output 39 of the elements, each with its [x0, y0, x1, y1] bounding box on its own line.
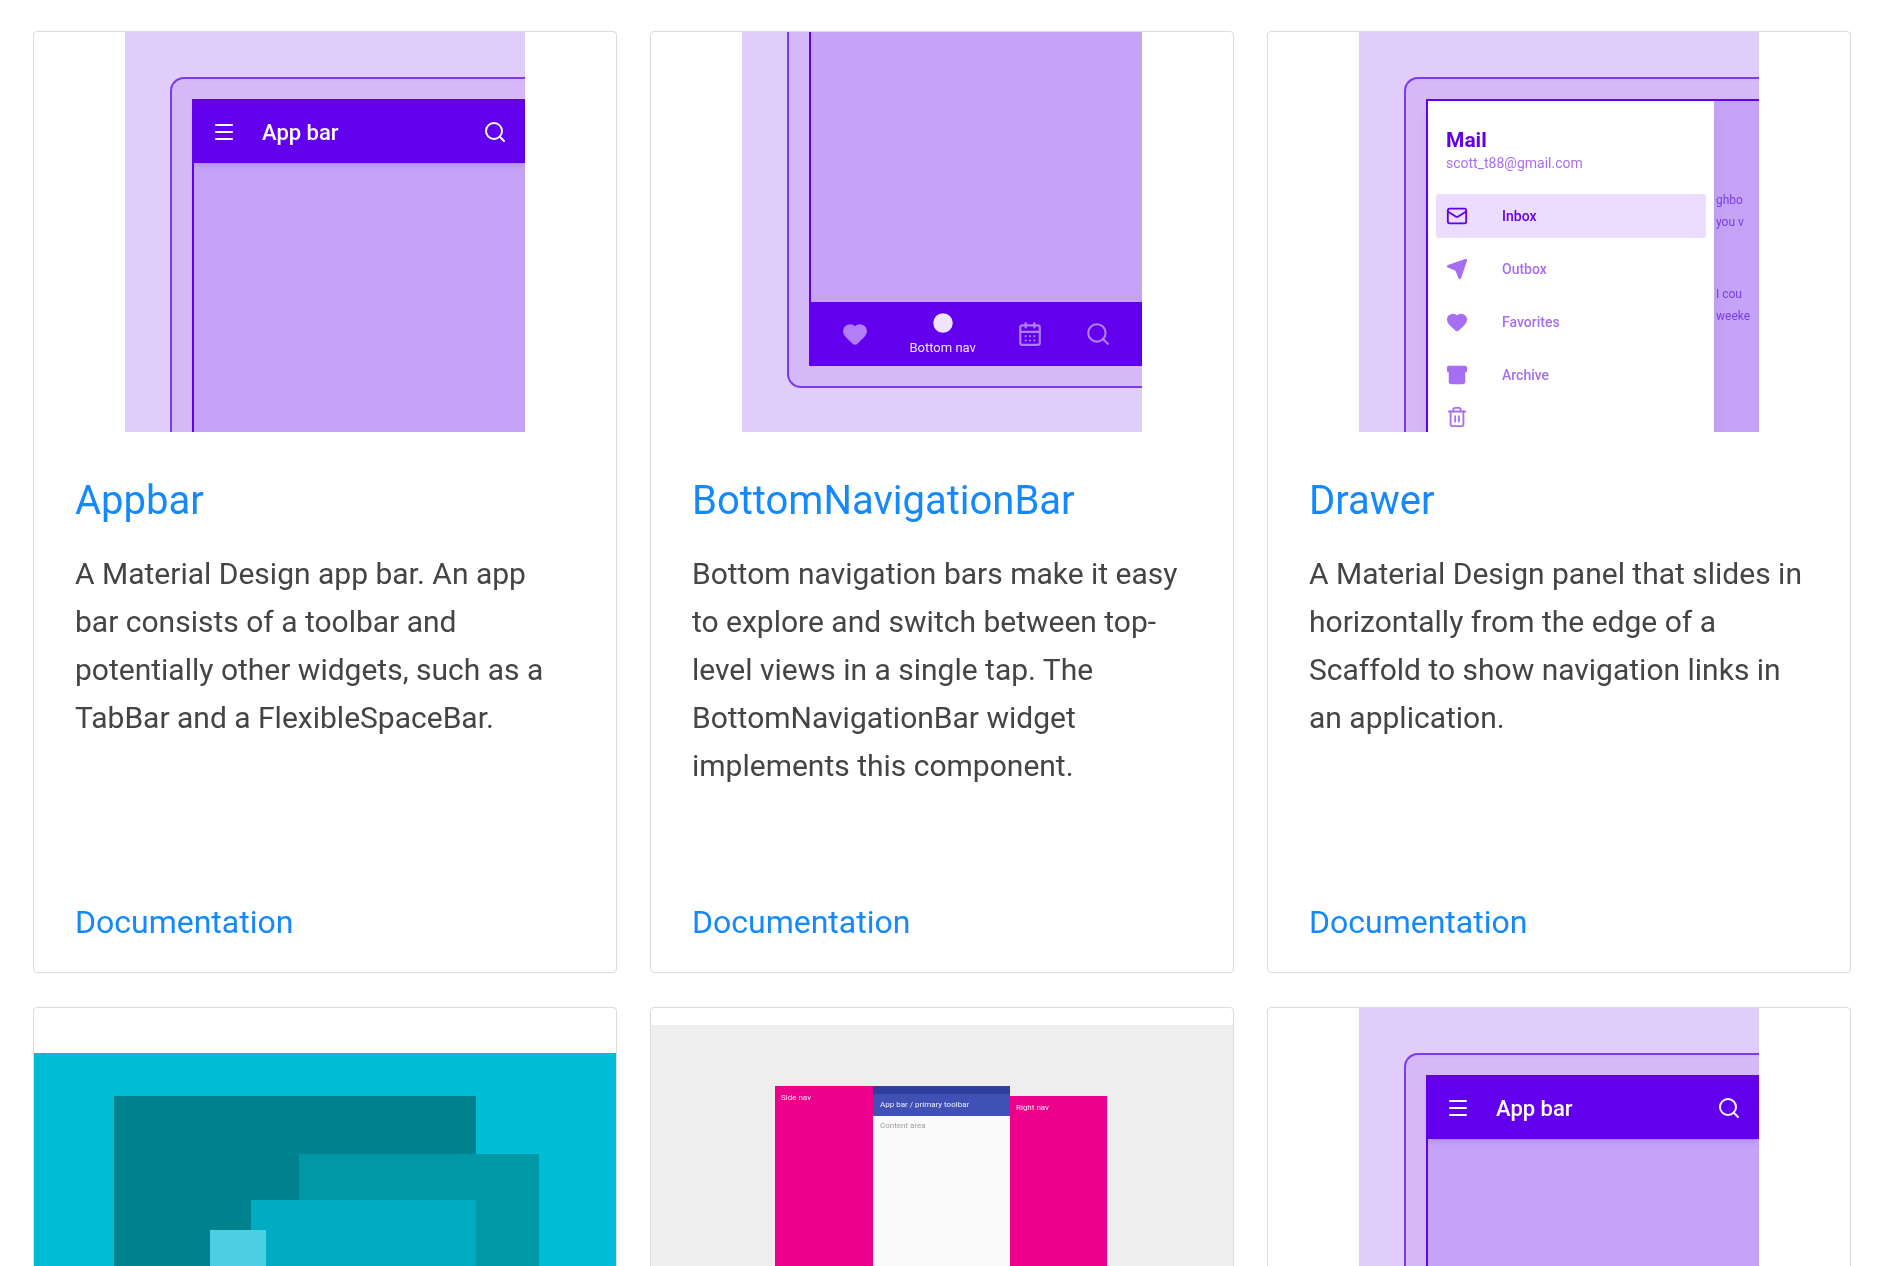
card-title: Drawer: [1308, 478, 1436, 524]
card-description: A Material Design panel that slides in horizontally from the edge of a Scaffold to show navigation links in an application.: [1308, 555, 1803, 737]
card-description: A Material Design app bar. An app bar consists of a toolbar and potentially other widgets, such as a TabBar and a FlexibleSpaceBar.: [74, 555, 545, 737]
drawer-item[interactable]: Favorites: [1436, 300, 1706, 344]
faded-text: ghbo: [1715, 192, 1744, 209]
card-title: Appbar: [74, 478, 205, 524]
heart-icon: [1446, 311, 1468, 333]
side-nav-panel: Side nav: [775, 1086, 873, 1266]
faded-text: you v: [1715, 214, 1745, 231]
bottom-nav-item[interactable]: [841, 321, 868, 347]
faded-text: weeke: [1715, 308, 1752, 325]
drawer-item[interactable]: Outbox: [1436, 247, 1706, 291]
calendar-icon: [1017, 321, 1044, 347]
content-area-label: Content area: [879, 1120, 927, 1132]
documentation-link[interactable]: Documentation: [1309, 903, 1528, 941]
primary-toolbar: App bar / primary toolbar: [873, 1094, 1010, 1116]
bottom-nav-item[interactable]: [1085, 321, 1112, 347]
search-icon: [1717, 1096, 1741, 1120]
mail-icon: [1446, 205, 1468, 227]
trash-icon: [1446, 406, 1468, 428]
drawer-item[interactable]: Inbox: [1436, 194, 1706, 238]
account-email: scott_t88@gmail.com: [1445, 154, 1584, 173]
app-bar-title: App bar: [262, 118, 340, 147]
archive-icon: [1446, 364, 1468, 386]
send-icon: [1446, 258, 1468, 280]
card-title: BottomNavigationBar: [691, 478, 1076, 524]
drawer-item[interactable]: Archive: [1436, 353, 1706, 397]
bottom-nav-item[interactable]: Bottom nav: [909, 310, 976, 358]
right-nav-panel: Right nav: [1010, 1096, 1107, 1266]
documentation-link[interactable]: Documentation: [692, 903, 911, 941]
search-icon: [483, 120, 507, 144]
app-bar-title: App bar: [1496, 1094, 1574, 1123]
faded-text: I cou: [1715, 286, 1743, 303]
card-description: Bottom navigation bars make it easy to explore and switch between top-level views in a single tap. The BottomNavigationBar widget implements this component.: [691, 555, 1179, 785]
search-icon: [1085, 321, 1112, 347]
heart-icon: [841, 321, 868, 347]
drawer-heading: Mail: [1445, 127, 1488, 153]
bottom-nav-item[interactable]: [1017, 321, 1044, 347]
documentation-link[interactable]: Documentation: [75, 903, 294, 941]
